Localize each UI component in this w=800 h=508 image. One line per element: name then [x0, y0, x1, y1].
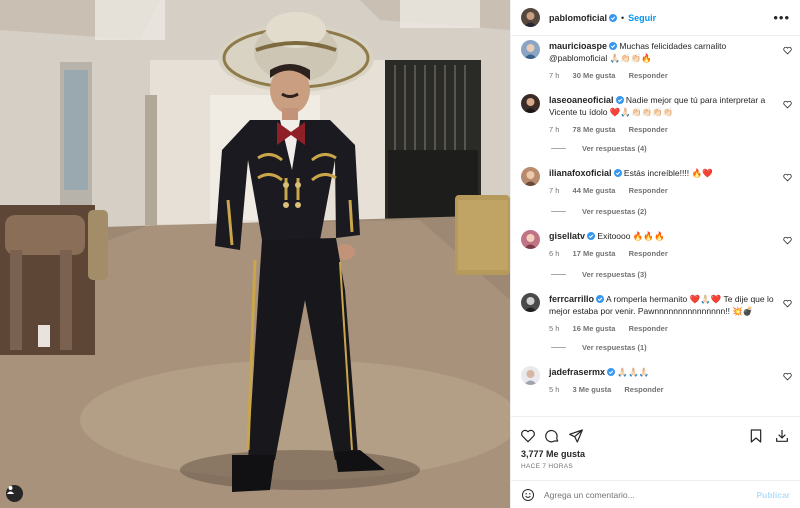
comment-likes[interactable]: 44 Me gusta — [573, 186, 616, 195]
view-replies-button[interactable]: Ver respuestas (2) — [551, 207, 647, 216]
commenter-username[interactable]: ilianafoxoficial — [549, 168, 612, 178]
view-replies-label: Ver respuestas (2) — [582, 207, 647, 216]
reply-button[interactable]: Responder — [624, 385, 663, 394]
commenter-username[interactable]: ferrcarrillo — [549, 294, 594, 304]
view-replies-label: Ver respuestas (3) — [582, 270, 647, 279]
comment-likes[interactable]: 78 Me gusta — [573, 125, 616, 134]
likes-count[interactable]: 3,777 Me gusta — [511, 447, 800, 459]
commenter-avatar[interactable] — [521, 230, 540, 249]
verified-badge-icon — [609, 13, 618, 22]
reply-button[interactable]: Responder — [629, 125, 668, 134]
view-replies-label: Ver respuestas (1) — [582, 343, 647, 352]
post-header: pablomoficial • Seguir ••• — [511, 0, 800, 36]
comment-text: 🙏🏻🙏🏻🙏🏻 — [617, 367, 650, 377]
commenter-username[interactable]: gisellatv — [549, 231, 585, 241]
verified-badge-icon — [596, 295, 605, 303]
author-avatar[interactable] — [521, 8, 540, 27]
follow-button[interactable]: Seguir — [628, 13, 656, 23]
comment-time: 7 h — [549, 125, 560, 134]
replies-divider — [551, 347, 566, 348]
comment-item: ilianafoxoficial Estás increíble!!!! 🔥❤️… — [511, 167, 800, 227]
comment-time: 6 h — [549, 249, 560, 258]
commenter-username[interactable]: laseoaneoficial — [549, 95, 614, 105]
comment-item: mauricioaspe Muchas felicidades carnalit… — [511, 40, 800, 96]
save-bookmark-icon[interactable] — [748, 428, 764, 444]
verified-badge-icon — [587, 232, 596, 240]
commenter-username[interactable]: mauricioaspe — [549, 41, 607, 51]
verified-badge-icon — [607, 368, 616, 376]
reply-button[interactable]: Responder — [629, 249, 668, 258]
like-comment-heart-icon[interactable] — [783, 236, 792, 245]
commenter-avatar[interactable] — [521, 293, 540, 312]
comment-text: Estás increíble!!!! 🔥❤️ — [623, 168, 713, 178]
comments-list[interactable]: mauricioaspe Muchas felicidades carnalit… — [511, 36, 800, 416]
replies-divider — [551, 274, 566, 275]
like-comment-heart-icon[interactable] — [783, 372, 792, 381]
view-replies-button[interactable]: Ver respuestas (3) — [551, 270, 647, 279]
comment-likes[interactable]: 17 Me gusta — [573, 249, 616, 258]
verified-badge-icon — [609, 42, 618, 50]
view-replies-label: Ver respuestas (4) — [582, 144, 647, 153]
comment-item: gisellatv Exitoooo 🔥🔥🔥 6 h 17 Me gusta R… — [511, 230, 800, 290]
like-comment-heart-icon[interactable] — [783, 100, 792, 109]
comment-composer: Publicar — [511, 480, 800, 508]
replies-divider — [551, 148, 566, 149]
comment-bubble-icon[interactable] — [544, 428, 560, 444]
publish-button[interactable]: Publicar — [756, 490, 790, 500]
verified-badge-icon — [615, 96, 624, 104]
reply-button[interactable]: Responder — [629, 186, 668, 195]
post-sidebar: pablomoficial • Seguir ••• mauricioaspe … — [510, 0, 800, 508]
comment-input[interactable] — [544, 489, 757, 500]
comment-likes[interactable]: 16 Me gusta — [573, 324, 616, 333]
download-icon[interactable] — [774, 428, 790, 444]
author-username[interactable]: pablomoficial — [549, 13, 607, 23]
commenter-avatar[interactable] — [521, 40, 540, 59]
post-date: HACE 7 HORAS — [521, 463, 574, 470]
comment-time: 5 h — [549, 324, 560, 333]
reply-button[interactable]: Responder — [629, 324, 668, 333]
comment-item: laseoaneoficial Nadie mejor que tú para … — [511, 94, 800, 170]
more-options-icon[interactable]: ••• — [773, 11, 790, 24]
comment-time: 7 h — [549, 71, 560, 80]
commenter-username[interactable]: jadefrasermx — [549, 367, 605, 377]
comment-text: Exitoooo 🔥🔥🔥 — [597, 231, 665, 241]
separator-dot: • — [621, 12, 625, 23]
comment-time: 5 h — [549, 385, 560, 394]
verified-badge-icon — [613, 169, 622, 177]
post-photo[interactable] — [0, 0, 510, 508]
like-heart-icon[interactable] — [520, 428, 536, 444]
commenter-avatar[interactable] — [521, 94, 540, 113]
comment-item: jadefrasermx 🙏🏻🙏🏻🙏🏻 5 h 3 Me gusta Respo… — [511, 366, 800, 406]
comment-item: ferrcarrillo A romperla hermanito ❤️🙏🏻❤️… — [511, 293, 800, 367]
share-send-icon[interactable] — [568, 428, 584, 444]
photo-scene — [0, 0, 510, 508]
comment-time: 7 h — [549, 186, 560, 195]
like-comment-heart-icon[interactable] — [783, 299, 792, 308]
reply-button[interactable]: Responder — [629, 71, 668, 80]
post-actions: 3,777 Me gusta HACE 7 HORAS Publicar — [511, 416, 800, 508]
commenter-avatar[interactable] — [521, 167, 540, 186]
emoji-smiley-icon[interactable] — [521, 488, 535, 502]
replies-divider — [551, 211, 566, 212]
like-comment-heart-icon[interactable] — [783, 46, 792, 55]
comment-likes[interactable]: 3 Me gusta — [573, 385, 612, 394]
tagged-user-icon[interactable] — [6, 485, 23, 502]
like-comment-heart-icon[interactable] — [783, 173, 792, 182]
view-replies-button[interactable]: Ver respuestas (1) — [551, 343, 647, 352]
view-replies-button[interactable]: Ver respuestas (4) — [551, 144, 647, 153]
comment-likes[interactable]: 30 Me gusta — [573, 71, 616, 80]
commenter-avatar[interactable] — [521, 366, 540, 385]
